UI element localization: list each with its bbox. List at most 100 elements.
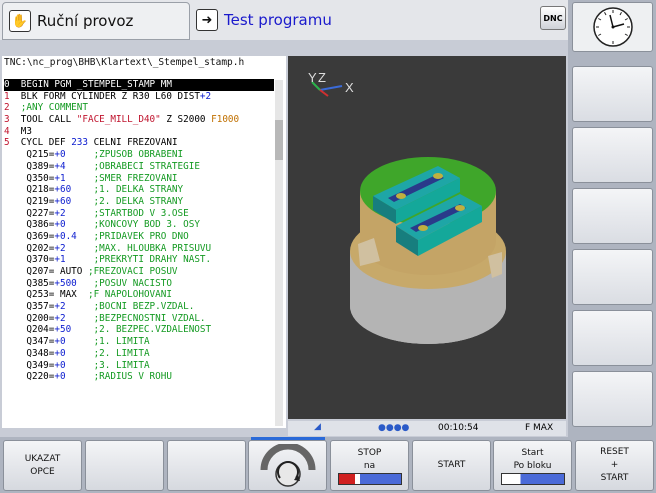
line-text: Q219= — [4, 195, 55, 207]
program-line[interactable]: Q207= AUTO ;FREZOVACI POSUV — [4, 266, 274, 278]
program-line[interactable]: Q220=+0 ;RADIUS V ROHU — [4, 371, 274, 383]
line-text: Q207= AUTO — [4, 266, 88, 277]
program-line[interactable]: Q357=+2 ;BOCNI BEZP.VZDAL. — [4, 301, 274, 313]
stop-label-1: STOP — [357, 447, 382, 458]
softkey-empty-3[interactable] — [167, 440, 246, 491]
line-text: Z S2000 — [160, 114, 212, 126]
line-text: Q369= — [4, 230, 55, 242]
line-text: +0 — [54, 336, 66, 348]
line-text: ;BOCNI BEZP.VZDAL. — [65, 301, 195, 313]
line-text: +1 — [54, 254, 66, 266]
program-line[interactable]: Q350=+1 ;SMER FREZOVANI — [4, 173, 274, 185]
line-text: CYCL DEF — [9, 137, 72, 149]
mode-test-label: Test programu — [224, 11, 332, 29]
line-text: ;ANY COMMENT — [9, 102, 88, 114]
program-line[interactable]: Q389=+4 ;OBRABECI STRATEGIE — [4, 161, 274, 173]
program-line[interactable]: Q370=+1 ;PREKRYTI DRAHY NAST. — [4, 254, 274, 266]
axis-y-label: Y — [308, 70, 317, 85]
line-text: ;PRIDAVEK PRO DNO — [76, 230, 189, 242]
program-line[interactable]: 5 CYCL DEF 233 CELNI FREZOVANI — [4, 137, 274, 149]
reset-start-softkey[interactable]: RESET + START — [575, 440, 654, 491]
line-text: ;PREKRYTI DRAHY NAST. — [65, 254, 212, 266]
program-line[interactable]: Q202=+2 ;MAX. HLOUBKA PRISUVU — [4, 243, 274, 255]
line-text: ;1. LIMITA — [65, 336, 150, 348]
program-line[interactable]: Q349=+0 ;3. LIMITA — [4, 360, 274, 372]
line-text: Q253= MAX — [4, 289, 88, 301]
line-text: ;2. BEZPEC.VZDALENOST — [71, 324, 212, 336]
program-line[interactable]: Q219=+60 ;2. DELKA STRANY — [4, 196, 274, 208]
dnc-icon[interactable]: DNC — [540, 6, 566, 30]
line-text: Q348= — [4, 347, 55, 359]
mode-tab-manual[interactable]: ✋ Ruční provoz — [2, 2, 190, 40]
right-softkey-4[interactable] — [572, 249, 653, 305]
program-line[interactable]: Q347=+0 ;1. LIMITA — [4, 336, 274, 348]
mode-manual-label: Ruční provoz — [37, 12, 134, 30]
line-text: Q386= — [4, 219, 55, 231]
show-options-label-1: UKAZAT — [24, 453, 61, 464]
start-softkey[interactable]: START — [412, 440, 491, 491]
program-line[interactable]: Q200=+2 ;BEZPECNOSTNI VZDAL. — [4, 313, 274, 325]
program-line[interactable]: Q227=+2 ;STARTBOD V 3.OSE — [4, 208, 274, 220]
line-text: Q218= — [4, 184, 55, 196]
simulation-graphics[interactable]: Y Z X — [288, 56, 566, 419]
line-text: BLK FORM CYLINDER Z R30 L60 DIST — [9, 90, 200, 102]
reset-label-1: RESET — [600, 447, 629, 457]
line-text: ;F NAPOLOHOVANI — [87, 289, 172, 301]
line-text: Q200= — [4, 312, 55, 324]
clock-icon — [572, 2, 653, 52]
run-time: 00:10:54 — [438, 423, 479, 433]
right-softkey-1[interactable] — [572, 66, 653, 122]
program-line[interactable]: Q204=+50 ;2. BEZPEC.VZDALENOST — [4, 324, 274, 336]
program-listing[interactable]: 0 BEGIN PGM _STEMPEL_STAMP MM 1 BLK FORM … — [4, 79, 274, 383]
line-text: ;RADIUS V ROHU — [65, 371, 172, 383]
right-softkey-5[interactable] — [572, 310, 653, 366]
line-text: +1 — [54, 172, 66, 184]
line-text: +0.4 — [54, 230, 77, 242]
feed-display: F MAX — [525, 423, 554, 433]
line-text: +2 — [54, 301, 66, 313]
scrollbar-thumb[interactable] — [275, 120, 283, 160]
status-bar: ◢ ●●●● 00:10:54 F MAX — [288, 421, 566, 436]
program-line[interactable]: Q386=+0 ;KONCOVY BOD 3. OSY — [4, 219, 274, 231]
speed-dial-icon — [260, 443, 315, 487]
stop-at-softkey[interactable]: STOP na — [330, 440, 409, 491]
speed-dial-softkey[interactable] — [248, 437, 327, 491]
program-line[interactable]: 0 BEGIN PGM _STEMPEL_STAMP MM — [4, 79, 274, 91]
line-text: +60 — [54, 195, 72, 207]
start-label: START — [437, 460, 466, 470]
program-line[interactable]: Q215=+0 ;ZPUSOB OBRABENI — [4, 149, 274, 161]
program-line[interactable]: 3 TOOL CALL "FACE_MILL_D40" Z S2000 F100… — [4, 114, 274, 126]
line-text: ;POSUV NACISTO — [76, 277, 172, 289]
active-indicator — [251, 437, 325, 440]
softkey-empty-2[interactable] — [85, 440, 164, 491]
program-line[interactable]: Q253= MAX ;F NAPOLOHOVANI — [4, 289, 274, 301]
start-block-label-2: Po bloku — [513, 460, 552, 471]
line-text: Q204= — [4, 324, 55, 336]
reset-label-2: + — [610, 460, 619, 470]
arrow-right-icon: ➜ — [196, 9, 218, 31]
program-line[interactable]: 4 M3 — [4, 126, 274, 138]
line-text: CELNI FREZOVANI — [87, 137, 178, 149]
hand-icon: ✋ — [9, 10, 31, 32]
show-options-softkey[interactable]: UKAZAT OPCE — [3, 440, 82, 491]
right-softkey-2[interactable] — [572, 127, 653, 183]
program-line[interactable]: 2 ;ANY COMMENT — [4, 102, 274, 114]
program-line[interactable]: Q218=+60 ;1. DELKA STRANY — [4, 184, 274, 196]
right-softkey-6[interactable] — [572, 371, 653, 427]
line-text: ;STARTBOD V 3.OSE — [65, 207, 189, 219]
program-line[interactable]: Q385=+500 ;POSUV NACISTO — [4, 278, 274, 290]
stop-label-2: na — [363, 460, 376, 471]
line-text: Q227= — [4, 207, 55, 219]
start-single-block-softkey[interactable]: Start Po bloku — [493, 440, 572, 491]
mode-tab-test[interactable]: ➜ Test programu — [190, 2, 530, 38]
line-text: +50 — [54, 324, 72, 336]
line-text: +0 — [54, 347, 66, 359]
line-text: Q385= — [4, 277, 55, 289]
line-text: ;1. DELKA STRANY — [71, 184, 184, 196]
line-text: Q389= — [4, 160, 55, 172]
right-softkey-3[interactable] — [572, 188, 653, 244]
program-line[interactable]: Q348=+0 ;2. LIMITA — [4, 348, 274, 360]
program-line[interactable]: Q369=+0.4 ;PRIDAVEK PRO DNO — [4, 231, 274, 243]
line-text: ;OBRABECI STRATEGIE — [65, 160, 200, 172]
program-line[interactable]: 1 BLK FORM CYLINDER Z R30 L60 DIST+2 — [4, 91, 274, 103]
